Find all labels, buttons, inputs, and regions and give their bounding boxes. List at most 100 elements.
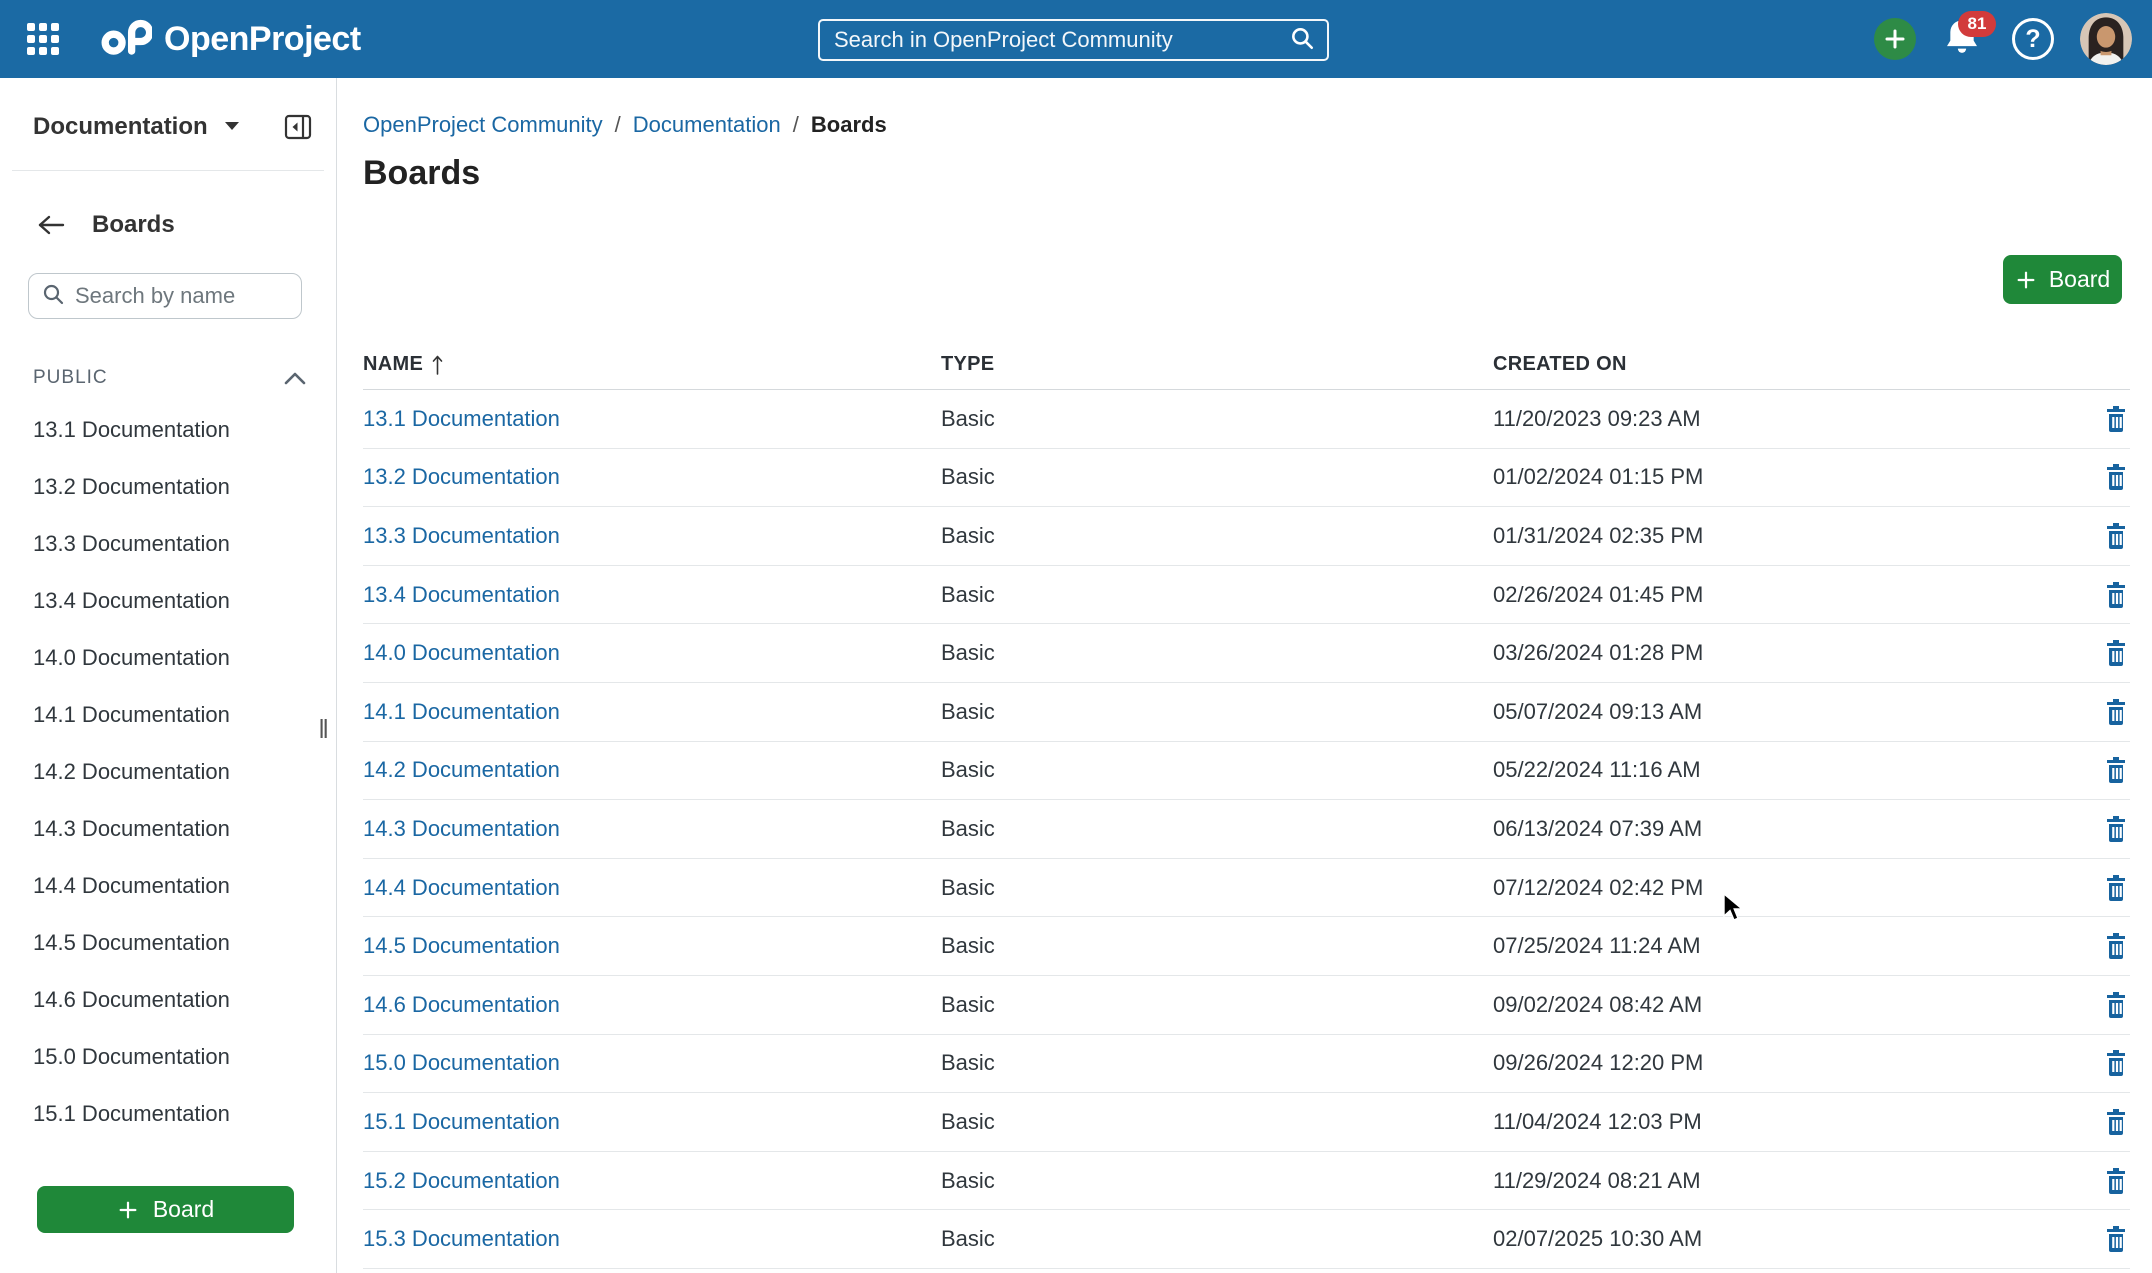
sidebar-board-item[interactable]: 13.1 Documentation [0,401,336,458]
trash-icon [2104,756,2128,784]
add-board-button[interactable]: Board [2003,255,2122,304]
top-header: OpenProject 81 ? [0,0,2152,78]
sidebar-search-field[interactable] [28,273,302,319]
search-icon[interactable] [1289,25,1315,56]
board-name-link[interactable]: 15.3 Documentation [363,1226,560,1251]
sidebar-board-item[interactable]: 13.3 Documentation [0,515,336,572]
board-type: Basic [941,1109,1493,1135]
table-row: 14.3 Documentation Basic 06/13/2024 07:3… [363,800,2130,859]
sidebar-board-item[interactable]: 15.0 Documentation [0,1028,336,1085]
board-name-link[interactable]: 15.2 Documentation [363,1168,560,1193]
delete-board-button[interactable] [2102,989,2130,1021]
sidebar-board-item[interactable]: 14.4 Documentation [0,857,336,914]
quick-add-button[interactable] [1874,18,1916,60]
breadcrumb-current: Boards [811,112,887,138]
openproject-logo[interactable]: OpenProject [100,19,361,60]
table-row: 13.4 Documentation Basic 02/26/2024 01:4… [363,566,2130,625]
delete-board-button[interactable] [2102,1047,2130,1079]
board-name-link[interactable]: 14.0 Documentation [363,640,560,665]
delete-board-button[interactable] [2102,403,2130,435]
sidebar-board-item[interactable]: 14.3 Documentation [0,800,336,857]
breadcrumb-link-community[interactable]: OpenProject Community [363,112,603,138]
sidebar-search-input[interactable] [75,283,289,309]
column-header-type[interactable]: TYPE [941,353,1493,376]
plus-icon [2015,269,2037,291]
board-list: 13.1 Documentation 13.2 Documentation 13… [0,401,336,1142]
delete-board-button[interactable] [2102,637,2130,669]
delete-board-button[interactable] [2102,754,2130,786]
project-selector[interactable]: Documentation [0,92,336,162]
table-row: 14.5 Documentation Basic 07/25/2024 11:2… [363,917,2130,976]
sidebar-board-item[interactable]: 14.1 Documentation [0,686,336,743]
delete-board-button[interactable] [2102,1106,2130,1138]
global-search-bar[interactable] [818,19,1329,61]
delete-board-button[interactable] [2102,520,2130,552]
board-created-on: 09/26/2024 12:20 PM [1493,1050,2086,1076]
table-header-row: NAME TYPE CREATED ON [363,340,2130,390]
board-created-on: 07/12/2024 02:42 PM [1493,875,2086,901]
delete-board-button[interactable] [2102,579,2130,611]
user-avatar[interactable] [2080,13,2132,65]
delete-board-button[interactable] [2102,813,2130,845]
global-search-input[interactable] [834,27,1289,53]
notifications-button[interactable]: 81 [1942,15,1986,63]
delete-board-button[interactable] [2102,696,2130,728]
delete-board-button[interactable] [2102,1165,2130,1197]
column-header-name[interactable]: NAME [363,353,941,376]
board-type: Basic [941,933,1493,959]
board-name-link[interactable]: 14.6 Documentation [363,992,560,1017]
board-name-link[interactable]: 13.4 Documentation [363,582,560,607]
board-type: Basic [941,992,1493,1018]
board-type: Basic [941,1050,1493,1076]
chevron-down-icon[interactable] [224,118,240,136]
board-name-link[interactable]: 15.1 Documentation [363,1109,560,1134]
board-name-link[interactable]: 14.1 Documentation [363,699,560,724]
project-name[interactable]: Documentation [33,113,208,141]
sidebar-board-item[interactable]: 13.4 Documentation [0,572,336,629]
delete-board-button[interactable] [2102,872,2130,904]
public-section-header[interactable]: PUBLIC [33,367,306,389]
sidebar-board-item[interactable]: 14.2 Documentation [0,743,336,800]
sidebar-board-item[interactable]: 15.1 Documentation [0,1085,336,1142]
board-name-link[interactable]: 13.1 Documentation [363,406,560,431]
delete-board-button[interactable] [2102,930,2130,962]
sidebar-add-board-button[interactable]: Board [37,1186,294,1233]
sidebar-board-item[interactable]: 14.6 Documentation [0,971,336,1028]
board-name-link[interactable]: 14.3 Documentation [363,816,560,841]
back-arrow-icon[interactable] [36,213,66,237]
page-title: Boards [363,154,2152,193]
add-board-label: Board [2049,266,2110,293]
board-created-on: 01/02/2024 01:15 PM [1493,464,2086,490]
board-created-on: 02/07/2025 10:30 AM [1493,1226,2086,1252]
delete-board-button[interactable] [2102,461,2130,493]
page-toolbar: Board [337,255,2122,304]
board-name-link[interactable]: 15.0 Documentation [363,1050,560,1075]
sidebar-board-item[interactable]: 14.0 Documentation [0,629,336,686]
sidebar-board-item[interactable]: 14.5 Documentation [0,914,336,971]
help-button[interactable]: ? [2012,18,2054,60]
column-header-created-on[interactable]: CREATED ON [1493,353,2086,376]
board-name-link[interactable]: 13.3 Documentation [363,523,560,548]
trash-icon [2104,698,2128,726]
board-name-link[interactable]: 14.2 Documentation [363,757,560,782]
breadcrumb-link-project[interactable]: Documentation [633,112,781,138]
apps-grid-icon[interactable] [24,20,62,58]
board-created-on: 09/02/2024 08:42 AM [1493,992,2086,1018]
sidebar-resize-handle[interactable]: ‖ [318,714,330,745]
board-name-link[interactable]: 14.5 Documentation [363,933,560,958]
delete-board-button[interactable] [2102,1223,2130,1255]
collapse-sidebar-icon[interactable] [284,114,312,140]
board-type: Basic [941,1226,1493,1252]
trash-icon [2104,405,2128,433]
sidebar: Documentation Boards PUBLIC [0,78,337,1273]
table-row: 13.1 Documentation Basic 11/20/2023 09:2… [363,390,2130,449]
board-name-link[interactable]: 13.2 Documentation [363,464,560,489]
board-type: Basic [941,699,1493,725]
chevron-up-icon[interactable] [284,371,306,385]
sidebar-board-item[interactable]: 13.2 Documentation [0,458,336,515]
trash-icon [2104,463,2128,491]
board-created-on: 11/04/2024 12:03 PM [1493,1109,2086,1135]
table-row: 15.2 Documentation Basic 11/29/2024 08:2… [363,1152,2130,1211]
board-name-link[interactable]: 14.4 Documentation [363,875,560,900]
board-type: Basic [941,582,1493,608]
